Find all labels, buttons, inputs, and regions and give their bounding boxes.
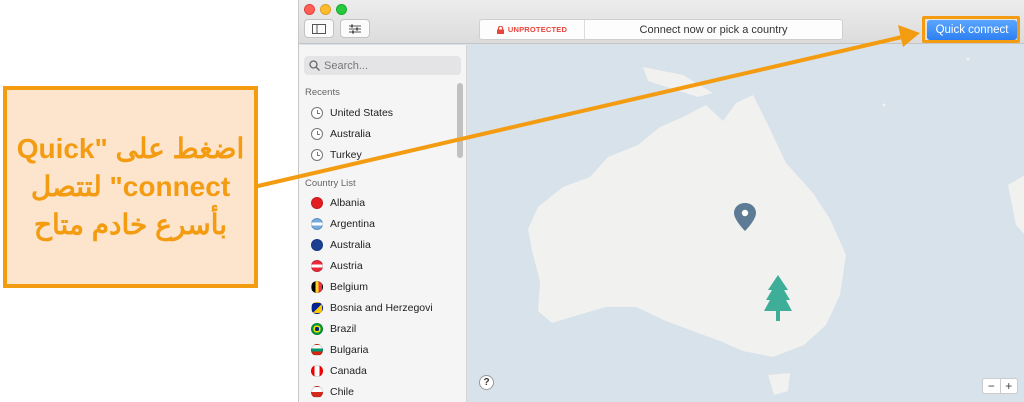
country-item[interactable]: Chile xyxy=(311,382,354,402)
country-item-label: Bosnia and Herzegovi xyxy=(330,302,433,314)
austria-flag-icon xyxy=(311,260,323,272)
zoom-out-button[interactable]: − xyxy=(983,379,1001,393)
close-window-button[interactable] xyxy=(304,4,315,15)
search-placeholder: Search... xyxy=(324,59,369,72)
country-item[interactable]: Brazil xyxy=(311,319,356,339)
recents-label: Recents xyxy=(305,87,340,98)
clock-icon xyxy=(311,107,323,119)
country-item[interactable]: Australia xyxy=(311,235,371,255)
country-item-label: Australia xyxy=(330,239,371,251)
annotation-line-1: اضغط على "Quick xyxy=(16,133,245,164)
annotation-callout: اضغط على "Quick connect" لتتصل بأسرع خاد… xyxy=(3,86,258,288)
country-item[interactable]: Albania xyxy=(311,193,365,213)
country-item-label: Belgium xyxy=(330,281,368,293)
status-message: Connect now or pick a country xyxy=(639,23,788,36)
sliders-icon xyxy=(349,24,361,33)
recent-item-label: Turkey xyxy=(330,149,362,161)
canada-flag-icon xyxy=(311,365,323,377)
lock-icon xyxy=(496,25,504,34)
argentina-flag-icon xyxy=(311,218,323,230)
country-item-label: Austria xyxy=(330,260,363,272)
minimize-window-button[interactable] xyxy=(320,4,331,15)
country-item[interactable]: Canada xyxy=(311,361,367,381)
country-item-label: Bulgaria xyxy=(330,344,369,356)
australia-flag-icon xyxy=(311,239,323,251)
zoom-window-button[interactable] xyxy=(336,4,347,15)
clock-icon xyxy=(311,128,323,140)
zoom-in-button[interactable]: + xyxy=(1001,379,1018,393)
bulgaria-flag-icon xyxy=(311,344,323,356)
chile-flag-icon xyxy=(311,386,323,398)
country-item-label: Chile xyxy=(330,386,354,398)
annotation-text: اضغط على "Quick connect" لتتصل بأسرع خاد… xyxy=(17,130,245,244)
bosnia-flag-icon xyxy=(311,302,323,314)
unprotected-status-label: UNPROTECTED xyxy=(507,25,568,34)
clock-icon xyxy=(311,149,323,161)
recent-item[interactable]: Australia xyxy=(311,124,371,144)
zoom-control: − + xyxy=(982,378,1018,394)
albania-flag-icon xyxy=(311,197,323,209)
screenshot-stage: UNPROTECTED Connect now or pick a countr… xyxy=(0,0,1024,402)
server-sidebar: Search... Recents United States Australi… xyxy=(299,45,467,402)
recent-item[interactable]: United States xyxy=(311,103,393,123)
sidebar-icon xyxy=(312,23,326,34)
country-item-label: Brazil xyxy=(330,323,357,335)
title-bar: UNPROTECTED Connect now or pick a countr… xyxy=(299,0,1024,44)
country-item-label: Canada xyxy=(330,365,367,377)
toggle-sidebar-button[interactable] xyxy=(304,19,334,38)
search-icon xyxy=(309,60,320,71)
country-item-label: Argentina xyxy=(330,218,375,230)
brazil-flag-icon xyxy=(311,323,323,335)
country-list-label: Country List xyxy=(305,178,356,189)
country-item[interactable]: Bulgaria xyxy=(311,340,369,360)
quick-connect-highlight xyxy=(922,16,1020,43)
world-map[interactable] xyxy=(468,45,1024,402)
country-item[interactable]: Argentina xyxy=(311,214,375,234)
recent-item-label: Australia xyxy=(330,128,371,140)
recent-item[interactable]: Turkey xyxy=(311,145,362,165)
country-item[interactable]: Bosnia and Herzegovi xyxy=(311,298,433,318)
help-button[interactable]: ? xyxy=(479,375,494,390)
connection-status-bar[interactable]: UNPROTECTED Connect now or pick a countr… xyxy=(479,19,843,40)
belgium-flag-icon xyxy=(311,281,323,293)
country-item-label: Albania xyxy=(330,197,366,209)
sidebar-scrollbar[interactable] xyxy=(457,83,463,158)
recent-item-label: United States xyxy=(330,107,394,119)
settings-button[interactable] xyxy=(340,19,370,38)
status-indicator: UNPROTECTED xyxy=(480,20,585,39)
annotation-line-3: بأسرع خادم متاح xyxy=(33,209,228,240)
search-input[interactable]: Search... xyxy=(304,56,461,75)
country-item[interactable]: Austria xyxy=(311,256,363,276)
annotation-line-2: connect" لتتصل xyxy=(30,171,231,202)
app-window: UNPROTECTED Connect now or pick a countr… xyxy=(298,0,1024,402)
country-item[interactable]: Belgium xyxy=(311,277,368,297)
